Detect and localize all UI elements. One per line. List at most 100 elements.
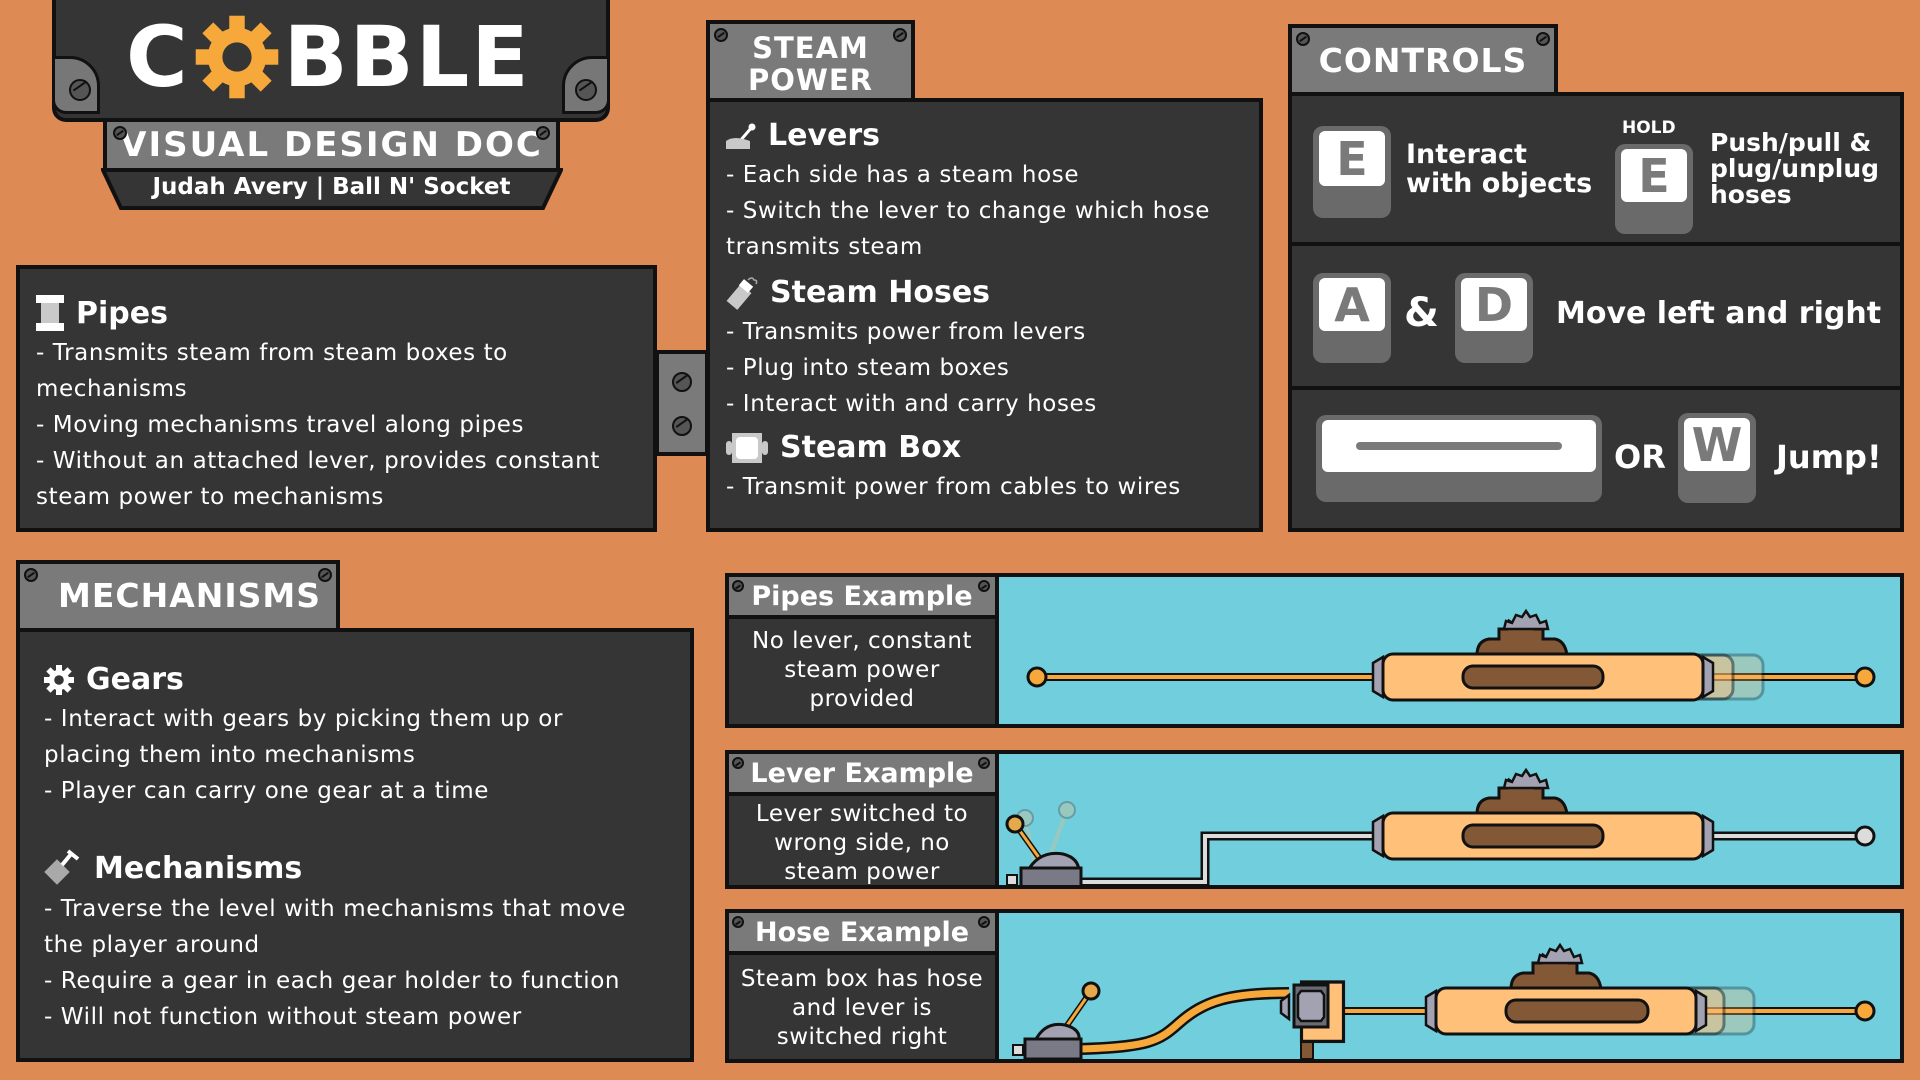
screw-icon <box>893 28 907 42</box>
mechanisms-line: - Traverse the level with mechanisms tha… <box>44 896 627 922</box>
steam-box <box>1279 980 1346 1059</box>
levers-line: - Each side has a steam hose <box>726 162 1080 188</box>
lever <box>1005 814 1083 885</box>
key-hold-e-face: E <box>1621 149 1687 203</box>
levers-line: transmits steam <box>726 234 923 260</box>
desc-line: Steam box has hose <box>740 966 984 992</box>
screw-icon <box>1536 32 1550 46</box>
key-e: E <box>1313 126 1391 218</box>
pipes-example-desc: No lever, constant steam power provided <box>729 627 995 714</box>
logo-plate: C BBLE <box>52 0 610 122</box>
push-pull-label: Push/pull & plug/unplug hoses <box>1710 130 1879 208</box>
pipe-end-right <box>1854 666 1876 688</box>
and-label: & <box>1404 290 1439 336</box>
gears-heading: Gears <box>44 662 680 697</box>
screw-icon <box>978 757 990 769</box>
pipes-title: Pipes <box>76 295 168 331</box>
hold-label: HOLD <box>1622 118 1676 138</box>
pipes-example-illustration <box>1026 608 1876 702</box>
screw-icon <box>536 126 550 140</box>
pipes-line: mechanisms <box>36 376 188 402</box>
pipes-example-scene <box>999 577 1900 724</box>
mechanisms-line: - Require a gear in each gear holder to … <box>44 968 621 994</box>
pipes-panel: Pipes - Transmits steam from steam boxes… <box>16 265 657 532</box>
interact-label-line2: with objects <box>1406 168 1593 199</box>
levers-heading: Levers <box>726 118 1249 153</box>
mechanism <box>1371 767 1715 861</box>
mechanisms-title: Mechanisms <box>94 850 303 886</box>
controls-tab: CONTROLS <box>1288 24 1558 96</box>
lever-example-illustration <box>1005 767 1876 885</box>
key-space-face <box>1322 420 1596 472</box>
logo-bracket-right <box>562 56 610 114</box>
steam-hoses-heading: Steam Hoses <box>726 275 1249 310</box>
pipe-end-left <box>1026 666 1048 688</box>
controls-panel: E Interact with objects HOLD E Push/pull… <box>1288 92 1904 532</box>
mechanism <box>1424 942 1708 1036</box>
desc-line: steam power <box>784 859 940 885</box>
subtitle-band: VISUAL DESIGN DOC <box>103 118 560 172</box>
logo-letter-c: C <box>126 8 190 106</box>
pipe-end-right <box>1854 1000 1876 1022</box>
or-label: OR <box>1614 438 1666 476</box>
mechanisms-tab-label: MECHANISMS <box>58 576 322 615</box>
screw-icon <box>732 916 744 928</box>
controls-row-interact: E Interact with objects HOLD E Push/pull… <box>1292 96 1900 242</box>
screw-icon <box>732 757 744 769</box>
subtitle-text: VISUAL DESIGN DOC <box>120 125 543 165</box>
steam-box-line: - Transmit power from cables to wires <box>726 474 1181 500</box>
gears-line: - Player can carry one gear at a time <box>44 778 490 804</box>
screw-icon <box>318 568 332 582</box>
hose-example-illustration <box>1012 942 1876 1059</box>
lever-example-scene <box>999 754 1900 885</box>
gear-logo-icon <box>195 15 278 99</box>
screw-icon <box>672 372 692 392</box>
lever-icon <box>726 123 756 149</box>
lever-example-title: Lever Example <box>729 754 995 796</box>
panel-connector-bracket <box>655 350 709 456</box>
push-pull-line2: plug/unplug <box>1710 154 1880 183</box>
key-d-face: D <box>1461 278 1527 332</box>
screw-icon <box>978 916 990 928</box>
steam-hoses-line: - Interact with and carry hoses <box>726 391 1097 417</box>
pipes-heading: Pipes <box>36 295 639 331</box>
key-a-face: A <box>1319 278 1385 332</box>
lever-example-panel: Lever Example Lever switched to wrong si… <box>725 750 1904 889</box>
desc-line: No lever, constant <box>752 628 972 654</box>
push-pull-line3: hoses <box>1710 180 1792 209</box>
controls-row-move: A & D Move left and right <box>1292 246 1900 386</box>
mechanisms-line: - Will not function without steam power <box>44 1004 522 1030</box>
hose-example-panel: Hose Example Steam box has hose and leve… <box>725 909 1904 1063</box>
steam-hoses-line: - Transmits power from levers <box>726 319 1086 345</box>
push-pull-line1: Push/pull & <box>1710 128 1872 157</box>
pipes-example-panel: Pipes Example No lever, constant steam p… <box>725 573 1904 728</box>
screw-icon <box>978 580 990 592</box>
steam-box-title: Steam Box <box>780 430 962 465</box>
move-label: Move left and right <box>1556 296 1882 331</box>
pipes-line: - Without an attached lever, provides co… <box>36 448 600 474</box>
pipes-line: steam power to mechanisms <box>36 484 384 510</box>
logo-title: C BBLE <box>126 8 531 106</box>
screw-icon <box>113 126 127 140</box>
mechanism <box>1371 608 1715 702</box>
desc-line: and lever is <box>791 995 933 1021</box>
gears-title: Gears <box>86 662 184 697</box>
logo-letters-bble: BBLE <box>283 8 531 106</box>
mechanism-icon <box>44 849 80 885</box>
hose-example-title: Hose Example <box>729 913 995 955</box>
jump-label: Jump! <box>1776 438 1882 476</box>
screw-icon <box>575 79 597 101</box>
mechanisms-panel: Gears - Interact with gears by picking t… <box>16 628 694 1062</box>
hose-example-scene <box>999 913 1900 1059</box>
controls-row-jump: OR W Jump! <box>1292 390 1900 528</box>
pipe-icon <box>36 295 64 331</box>
desc-line: wrong side, no <box>774 830 950 856</box>
gears-line: - Interact with gears by picking them up… <box>44 706 563 732</box>
key-hold-e: E <box>1615 144 1693 234</box>
screw-icon <box>732 580 744 592</box>
steam-hoses-title: Steam Hoses <box>770 275 991 310</box>
desc-line: switched right <box>776 1024 948 1050</box>
pipes-line: - Transmits steam from steam boxes to <box>36 340 508 366</box>
interact-label: Interact with objects <box>1406 140 1592 198</box>
desc-line: provided <box>809 686 915 712</box>
